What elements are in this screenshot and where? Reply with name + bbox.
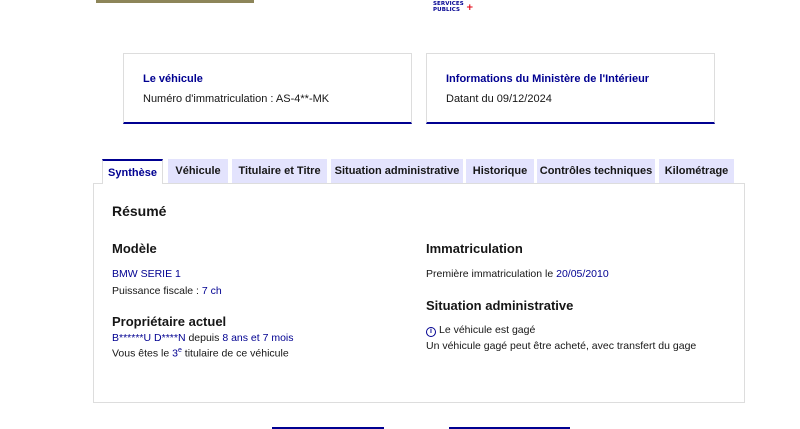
tab-historique[interactable]: Historique <box>466 159 534 183</box>
registration-heading: Immatriculation <box>426 241 523 256</box>
model-name: BMW SERIE 1 <box>112 268 181 280</box>
logo-line-2: PUBLICS <box>433 7 461 13</box>
admin-situation-heading: Situation administrative <box>426 298 574 313</box>
owner-heading: Propriétaire actuel <box>112 314 227 329</box>
vehicle-card: Le véhicule Numéro d'immatriculation : A… <box>123 53 412 124</box>
model-heading: Modèle <box>112 241 157 256</box>
info-icon: i <box>426 327 436 337</box>
pledge-status-text: Le véhicule est gagé <box>439 324 536 336</box>
owner-rank-suffix: titulaire de ce véhicule <box>181 347 289 360</box>
ministry-card-title: Informations du Ministère de l'Intérieur <box>446 73 650 85</box>
tab-controles-techniques[interactable]: Contrôles techniques <box>537 159 655 183</box>
pledge-status: i Le véhicule est gagé <box>426 324 535 337</box>
pledge-note: Un véhicule gagé peut être acheté, avec … <box>426 340 697 352</box>
first-registration: Première immatriculation le 20/05/2010 <box>426 268 609 280</box>
tab-titulaire-et-titre[interactable]: Titulaire et Titre <box>232 159 327 183</box>
fiscal-power: Puissance fiscale : 7 ch <box>112 285 222 297</box>
owner-since-value: 8 ans et 7 mois <box>222 332 294 344</box>
logo-plus-icon: + <box>466 3 474 13</box>
first-registration-label: Première immatriculation le <box>426 268 557 280</box>
fiscal-power-value: 7 ch <box>201 285 222 297</box>
first-registration-date: 20/05/2010 <box>556 268 609 280</box>
ministry-card: Informations du Ministère de l'Intérieur… <box>426 53 715 124</box>
summary-heading: Résumé <box>112 203 167 219</box>
fiscal-power-label: Puissance fiscale : <box>112 285 202 297</box>
tab-synthese[interactable]: Synthèse <box>102 159 163 184</box>
tab-vehicule[interactable]: Véhicule <box>168 159 228 183</box>
ministry-card-date: Datant du 09/12/2024 <box>446 93 552 105</box>
tab-situation-administrative[interactable]: Situation administrative <box>331 159 463 183</box>
services-publics-logo[interactable]: SERVICES PUBLICS + <box>433 1 474 13</box>
top-banner-strip <box>96 0 254 3</box>
owner-rank: Vous êtes le 3e titulaire de ce véhicule <box>112 347 289 360</box>
vehicle-card-title: Le véhicule <box>143 73 203 85</box>
tab-kilometrage[interactable]: Kilométrage <box>659 159 734 183</box>
owner-rank-prefix: Vous êtes le <box>112 347 173 360</box>
vehicle-card-plate: Numéro d'immatriculation : AS-4**-MK <box>143 93 330 105</box>
owner-line: B******U D****N depuis 8 ans et 7 mois <box>112 332 294 344</box>
owner-name: B******U D****N <box>112 332 186 344</box>
owner-since-label: depuis <box>185 332 223 344</box>
